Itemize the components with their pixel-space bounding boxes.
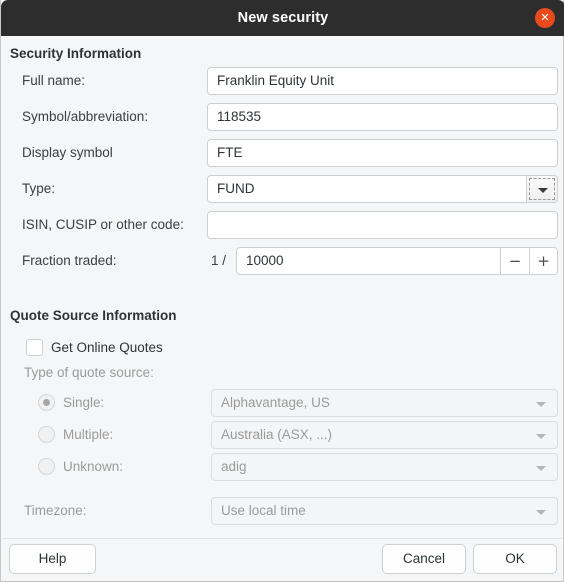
quote-source-multiple-label: Multiple: [63,427,114,442]
type-label: Type: [22,181,56,196]
quote-source-single-label: Single: [63,395,105,410]
quote-source-single-value: Alphavantage, US [221,395,330,410]
type-combobox-entry[interactable]: FUND [207,175,526,203]
isin-cusip-label: ISIN, CUSIP or other code: [22,217,184,232]
new-security-dialog: New security ✕ Security Information Full… [0,0,564,582]
help-button[interactable]: Help [9,544,96,574]
quote-source-multiple-value: Australia (ASX, ...) [221,427,333,442]
chevron-down-icon [538,188,548,193]
cancel-button[interactable]: Cancel [382,544,466,574]
symbol-abbreviation-label: Symbol/abbreviation: [22,109,149,124]
get-online-quotes-checkbox[interactable] [26,339,43,356]
quote-source-unknown-combobox[interactable]: adig [211,453,558,481]
chevron-down-icon [536,402,546,407]
display-symbol-label: Display symbol [22,145,113,160]
close-glyph: ✕ [540,11,550,24]
quote-source-information-heading: Quote Source Information [10,308,177,323]
get-online-quotes-label[interactable]: Get Online Quotes [51,339,163,357]
full-name-input[interactable]: Franklin Equity Unit [207,67,558,95]
fraction-traded-input[interactable]: 10000 [236,247,500,275]
title-bar: New security ✕ [1,0,564,36]
timezone-label: Timezone: [24,503,87,518]
quote-source-single-combobox[interactable]: Alphavantage, US [211,389,558,417]
security-information-heading: Security Information [10,46,142,61]
type-of-quote-source-label: Type of quote source: [24,365,154,380]
fraction-decrement-button[interactable]: − [500,247,529,275]
full-name-label: Full name: [22,73,86,88]
close-icon[interactable]: ✕ [535,8,555,28]
chevron-down-icon [536,434,546,439]
fraction-increment-button[interactable]: + [529,247,558,275]
fraction-traded-label: Fraction traded: [22,253,117,268]
footer-divider [2,538,562,539]
timezone-combobox[interactable]: Use local time [211,497,558,525]
quote-source-single-radio[interactable] [38,394,55,411]
ok-button[interactable]: OK [473,544,557,574]
quote-source-unknown-radio[interactable] [38,458,55,475]
fraction-prefix: 1 / [211,253,227,268]
display-symbol-input[interactable]: FTE [207,139,558,167]
quote-source-unknown-value: adig [221,459,247,474]
dialog-body: Security Information Full name: Franklin… [1,36,563,581]
symbol-abbreviation-input[interactable]: 118535 [207,103,558,131]
window-title: New security [237,10,329,26]
quote-source-unknown-label: Unknown: [63,459,124,474]
chevron-down-icon [536,510,546,515]
chevron-down-icon [536,466,546,471]
quote-source-multiple-radio[interactable] [38,426,55,443]
quote-source-multiple-combobox[interactable]: Australia (ASX, ...) [211,421,558,449]
type-dropdown-button[interactable] [526,175,558,203]
isin-cusip-input[interactable] [207,211,558,239]
timezone-value: Use local time [221,503,306,518]
